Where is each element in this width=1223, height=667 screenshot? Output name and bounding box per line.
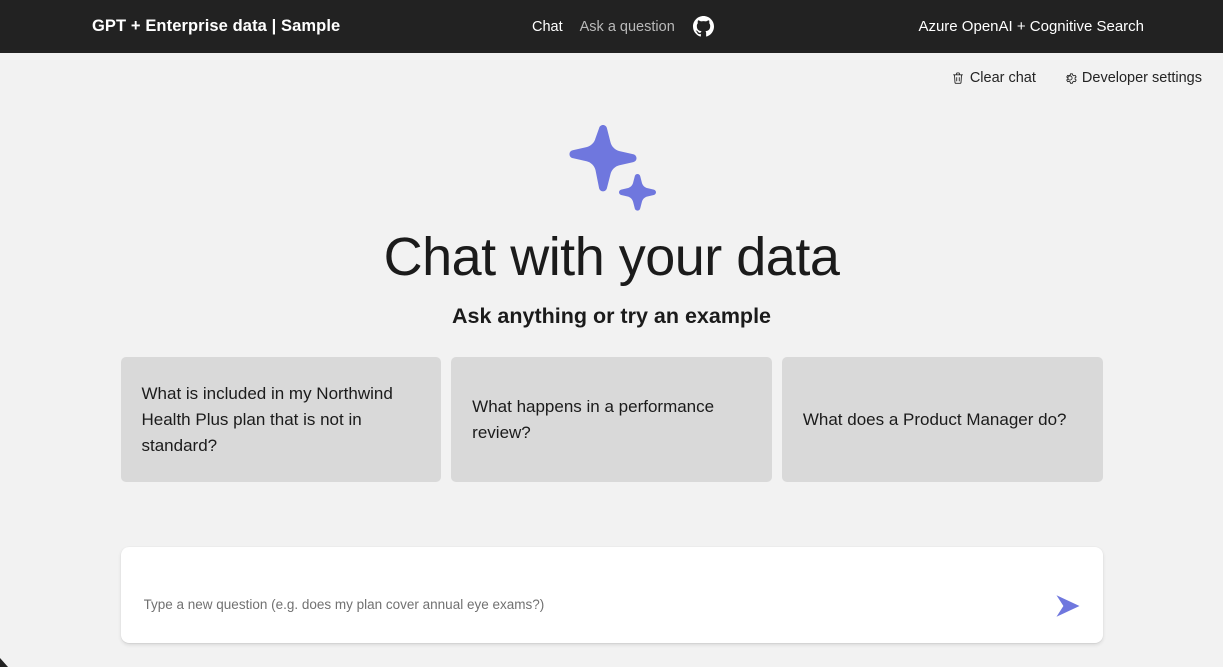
example-card[interactable]: What is included in my Northwind Health … bbox=[121, 357, 442, 482]
github-icon[interactable] bbox=[693, 16, 715, 38]
app-title: GPT + Enterprise data | Sample bbox=[92, 17, 340, 36]
command-bar: Clear chat Developer settings bbox=[0, 53, 1223, 93]
clear-chat-button[interactable]: Clear chat bbox=[948, 68, 1038, 88]
example-card[interactable]: What does a Product Manager do? bbox=[782, 357, 1103, 482]
gear-icon bbox=[1062, 70, 1078, 86]
send-arrow-icon bbox=[1053, 593, 1083, 619]
example-card[interactable]: What happens in a performance review? bbox=[451, 357, 772, 482]
chat-container: Chat with your data Ask anything or try … bbox=[0, 93, 1223, 667]
chat-empty-state: Chat with your data Ask anything or try … bbox=[0, 93, 1223, 547]
nav-link-ask-a-question[interactable]: Ask a question bbox=[580, 19, 675, 35]
example-list: What is included in my Northwind Health … bbox=[121, 357, 1103, 482]
app-header: GPT + Enterprise data | Sample Chat Ask … bbox=[0, 0, 1223, 53]
app-root: GPT + Enterprise data | Sample Chat Ask … bbox=[0, 0, 1223, 667]
header-subtitle: Azure OpenAI + Cognitive Search bbox=[918, 18, 1144, 35]
trash-icon bbox=[950, 70, 966, 86]
developer-settings-button[interactable]: Developer settings bbox=[1060, 68, 1204, 88]
question-input[interactable] bbox=[121, 547, 1103, 643]
clear-chat-label: Clear chat bbox=[970, 70, 1036, 86]
send-question-button[interactable] bbox=[1050, 591, 1086, 621]
developer-settings-label: Developer settings bbox=[1082, 70, 1202, 86]
chat-input-area bbox=[121, 547, 1103, 667]
header-nav: Chat Ask a question bbox=[532, 16, 715, 38]
page-subtitle: Ask anything or try an example bbox=[452, 304, 771, 329]
page-title: Chat with your data bbox=[384, 229, 840, 286]
question-input-box[interactable] bbox=[121, 547, 1103, 643]
nav-link-chat[interactable]: Chat bbox=[532, 19, 563, 35]
sparkle-icon bbox=[567, 121, 657, 213]
